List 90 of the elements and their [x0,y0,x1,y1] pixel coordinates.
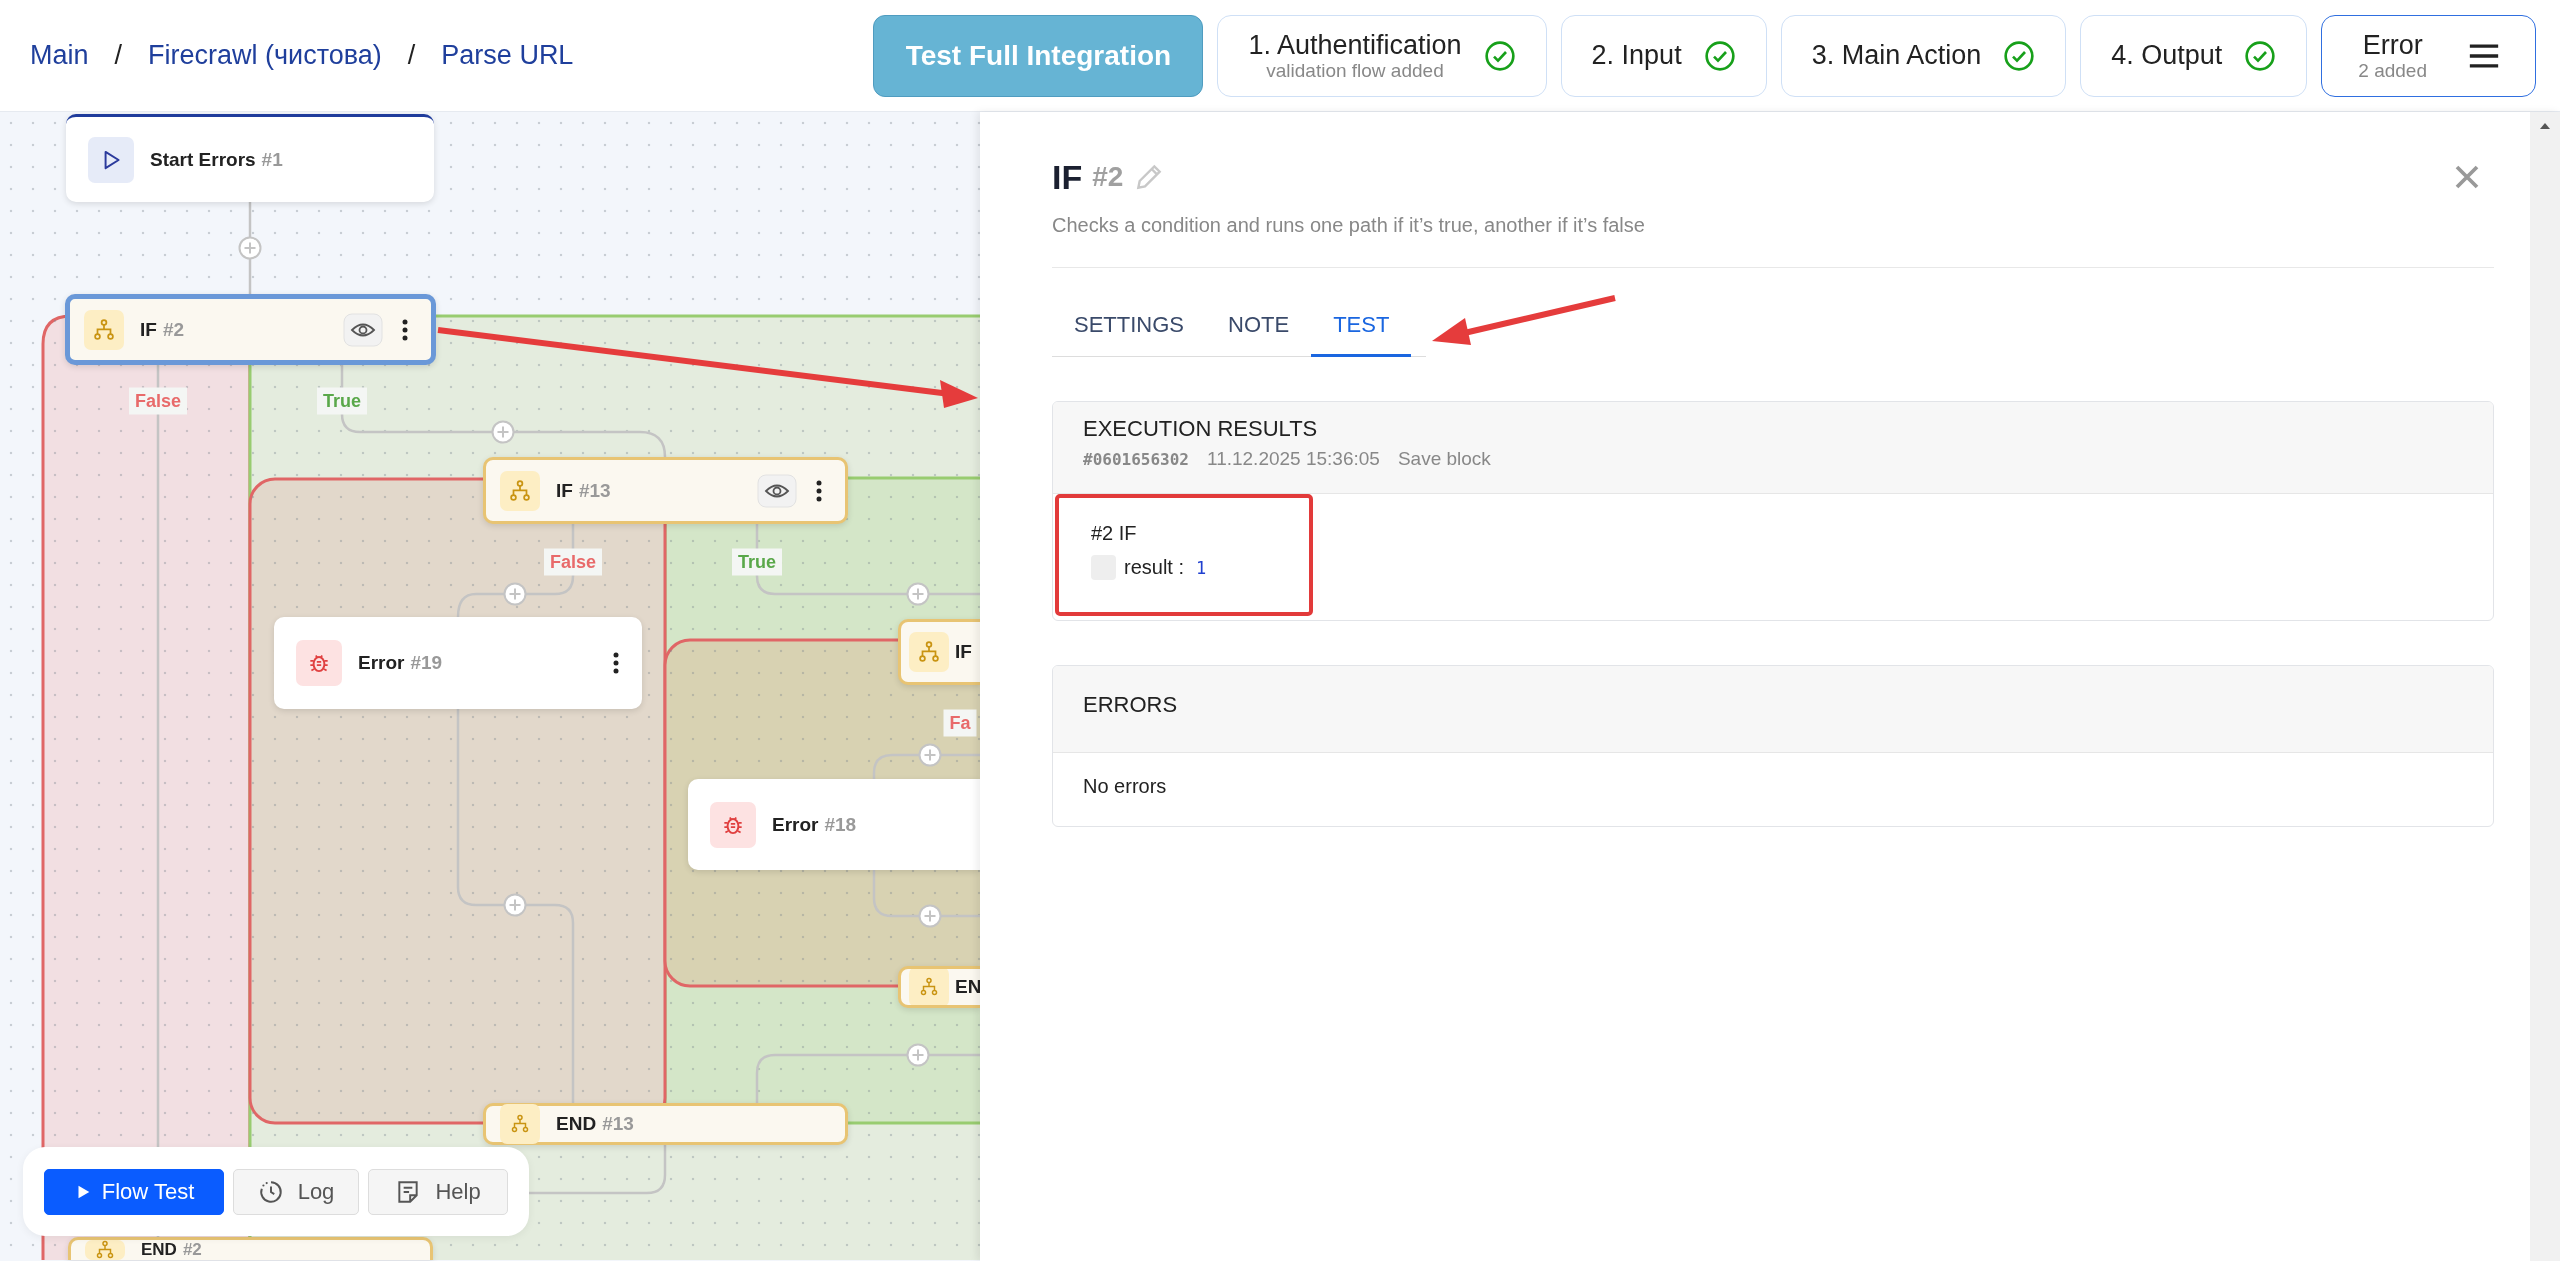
breadcrumb-separator: / [407,40,416,71]
step-button[interactable]: 2. Input [1560,14,1767,97]
node-number: #2 [162,318,185,341]
flow-node[interactable]: IF #13 [483,457,848,524]
breadcrumb-link[interactable]: Firecrawl (чистова) [148,40,382,71]
add-step-button[interactable] [918,743,942,767]
step-button[interactable]: 3. Main Action [1780,14,2067,97]
step-button[interactable]: Error 2 added [2321,14,2536,97]
node-number: #18 [824,813,857,836]
step-label: 1. Authentification [1248,31,1462,59]
panel-description: Checks a condition and runs one path if it’s true, another if it’s false [1052,214,1646,237]
flow-node[interactable]: IF [898,619,980,685]
branch-icon [909,969,949,1005]
node-number: #13 [602,1113,634,1135]
node-title: Start Errors [150,148,256,171]
branch-label: False [544,548,602,576]
block-title: #2 IF [1091,522,1138,545]
add-step-button[interactable] [906,582,930,606]
errors-message: No errors [1082,774,1168,799]
node-title: Error [772,813,819,836]
step-button[interactable]: 1. Authentification validation flow added [1217,14,1547,97]
flow-node[interactable]: END #13 [483,1103,848,1145]
flow-node[interactable]: END #2 [68,1237,433,1260]
flow-node[interactable]: IF #2 [65,294,436,365]
scroll-up-icon[interactable] [2539,122,2551,130]
add-step-button[interactable] [503,582,527,606]
play-icon [88,136,134,183]
branch-label: Fa [943,709,977,737]
eye-icon[interactable] [757,473,797,508]
toolbar-button[interactable]: Log [233,1168,359,1215]
field-label: result : [1124,556,1185,579]
step-label: 2. Input [1591,42,1682,69]
branch-label: False [129,387,187,415]
panel-title: IF [1052,157,1083,197]
bug-icon [296,640,342,686]
branch-label: True [732,548,782,576]
card-title: EXECUTION RESULTS [1083,416,1319,442]
scrollbar[interactable] [2530,112,2560,1261]
tab[interactable]: TEST [1311,298,1412,357]
step-label: 3. Main Action [1811,42,1982,69]
breadcrumb-separator: / [114,40,123,71]
branch-label: True [317,387,367,415]
add-step-button[interactable] [491,420,515,444]
card-title: ERRORS [1083,692,1179,718]
flow-node[interactable]: Start Errors #1 [66,114,434,202]
tab[interactable]: NOTE [1206,298,1312,357]
more-icon[interactable] [401,317,409,342]
run-source: Save block [1397,448,1491,470]
node-title: IF [556,479,573,502]
step-sublabel: validation flow added [1266,60,1444,80]
add-step-button[interactable] [918,904,942,928]
branch-icon [85,1240,125,1260]
node-number: #19 [410,652,443,674]
bug-icon [710,801,756,848]
step-sublabel: 2 added [2358,60,2427,80]
more-icon[interactable] [815,478,823,503]
field-value: 1 [1196,557,1207,578]
add-step-button[interactable] [906,1043,930,1067]
branch-icon [500,470,540,511]
toolbar-button[interactable]: Flow Test [44,1168,224,1215]
node-title: Error [358,652,405,674]
more-icon[interactable] [612,651,620,675]
flow-node[interactable]: Error #19 [274,617,642,709]
toolbar-button[interactable]: Help [368,1168,508,1215]
branch-icon [500,1104,540,1144]
node-title: IF [140,318,157,341]
panel-number: #2 [1092,161,1124,193]
branch-icon [84,309,124,350]
breadcrumb-link[interactable]: Main [30,40,89,71]
node-title: EN [955,976,980,998]
flow-node[interactable]: EN [898,966,980,1008]
breadcrumb-link[interactable]: Parse URL [441,40,574,71]
step-label: 4. Output [2111,42,2223,69]
eye-icon[interactable] [343,312,383,347]
add-step-button[interactable] [503,893,527,917]
step-button[interactable]: 4. Output [2080,14,2308,97]
run-timestamp: 11.12.2025 15:36:05 [1206,448,1380,470]
add-step-button[interactable] [238,236,262,260]
node-number: #13 [578,479,611,502]
tab[interactable]: SETTINGS [1052,298,1206,357]
node-title: IF [955,641,972,663]
node-title: END [556,1113,597,1135]
node-number: #1 [261,148,283,171]
run-id: #0601656302 [1083,449,1189,469]
step-label: Error [2362,31,2423,59]
history-icon [257,1178,284,1205]
node-title: END [141,1240,177,1260]
branch-icon [909,632,949,672]
flow-node[interactable]: Error #18 [688,779,980,870]
node-number: #2 [182,1240,202,1260]
